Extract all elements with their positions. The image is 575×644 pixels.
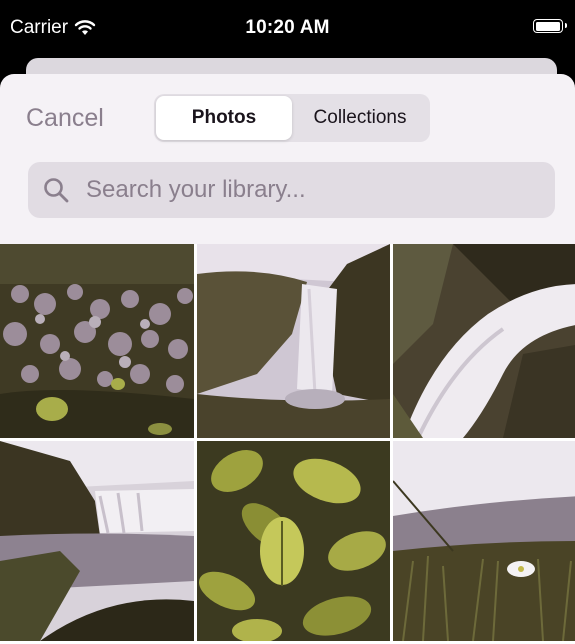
photo-waterfall-river[interactable] [0, 441, 194, 641]
photo-grass-flower[interactable] [393, 441, 575, 641]
battery-icon [533, 19, 567, 33]
photo-image [0, 244, 194, 438]
tab-collections[interactable]: Collections [292, 96, 428, 140]
photo-image [393, 244, 575, 438]
photo-flower-meadow[interactable] [0, 244, 194, 438]
photo-leaves[interactable] [197, 441, 390, 641]
source-segmented-control: Photos Collections [154, 94, 430, 142]
photo-waterfall-closeup[interactable] [393, 244, 575, 438]
search-bar [28, 162, 555, 218]
photo-waterfall-cliff[interactable] [197, 244, 390, 438]
status-bar: Carrier 10:20 AM [0, 0, 575, 56]
cancel-button[interactable]: Cancel [26, 104, 104, 133]
photo-image [197, 244, 390, 438]
search-icon [44, 178, 69, 203]
photo-image [197, 441, 390, 641]
photo-image [0, 441, 194, 641]
tab-photos[interactable]: Photos [156, 96, 292, 140]
photo-picker-sheet: Cancel Photos Collections [0, 74, 575, 644]
photo-image [393, 441, 575, 641]
search-input[interactable] [84, 175, 528, 205]
photo-grid [0, 244, 575, 644]
battery-fill [535, 21, 560, 31]
clock: 10:20 AM [245, 17, 330, 38]
